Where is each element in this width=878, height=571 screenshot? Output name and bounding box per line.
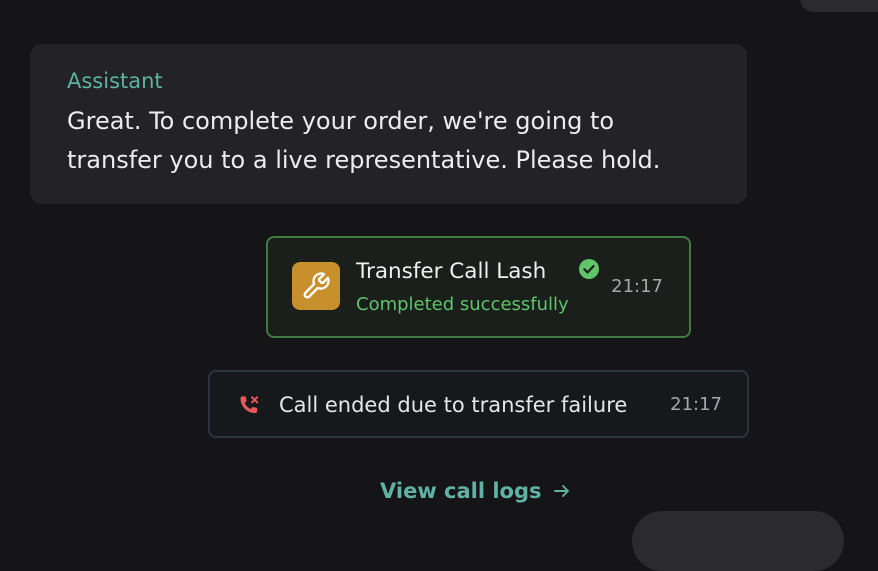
view-call-logs-label: View call logs: [380, 479, 542, 503]
assistant-message: Assistant Great. To complete your order,…: [30, 44, 747, 204]
view-call-logs-link[interactable]: View call logs: [380, 476, 572, 506]
check-circle-icon: [579, 259, 599, 279]
message-text: Great. To complete your order, we're goi…: [67, 107, 661, 174]
arrow-right-icon: [553, 485, 569, 497]
previous-message-bubble: [800, 0, 878, 12]
next-message-bubble: [632, 511, 844, 571]
call-ended-text: Call ended due to transfer failure: [279, 393, 628, 417]
tool-call-status: Completed successfully: [356, 294, 569, 315]
message-sender-label: Assistant: [67, 69, 163, 93]
phone-missed-icon: [240, 396, 259, 414]
wrench-icon: [292, 262, 340, 310]
call-ended-timestamp: 21:17: [670, 394, 722, 415]
tool-call-timestamp: 21:17: [611, 276, 663, 297]
tool-call-card[interactable]: Transfer Call Lash Completed successfull…: [266, 236, 691, 338]
tool-call-title: Transfer Call Lash: [356, 259, 547, 284]
call-ended-event: Call ended due to transfer failure 21:17: [208, 370, 749, 438]
